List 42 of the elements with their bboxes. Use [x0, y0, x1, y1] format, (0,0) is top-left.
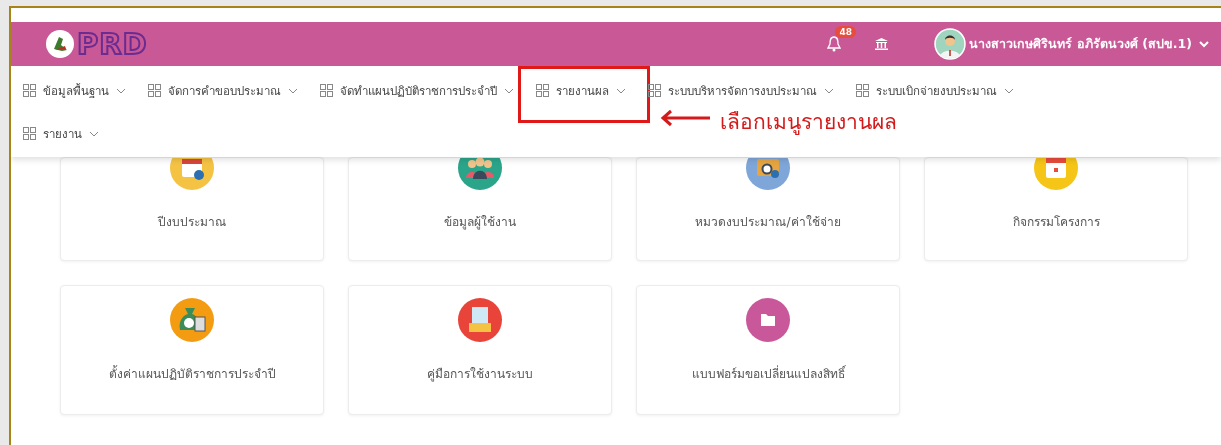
annotation-text: เลือกเมนูรายงานผล	[720, 109, 897, 137]
chevron-down-icon	[288, 87, 298, 94]
menu-item[interactable]: ระบบเบิกจ่ายงบประมาณ	[856, 69, 1014, 112]
menu-item[interactable]: จัดการคำขอบประมาณ	[148, 69, 298, 112]
menu-item[interactable]: จัดทำแผนปฏิบัติราชการประจำปี	[320, 69, 514, 112]
chevron-down-icon	[824, 87, 834, 94]
bell-icon[interactable]	[827, 36, 842, 52]
folder-icon	[746, 298, 790, 342]
bank-icon[interactable]	[875, 38, 889, 50]
menu-card[interactable]: หมวดงบประมาณ/ค่าใช้จ่าย	[636, 157, 900, 261]
menu-item[interactable]: รายงาน	[23, 112, 99, 155]
menu-card[interactable]: คู่มือการใช้งานระบบ	[348, 285, 612, 415]
notification-badge: 48	[835, 26, 856, 38]
grid-icon	[23, 84, 36, 97]
menu-card[interactable]: แบบฟอร์มขอเปลี่ยนแปลงสิทธิ์	[636, 285, 900, 415]
menu-item[interactable]: ข้อมูลพื้นฐาน	[23, 69, 126, 112]
money-icon	[170, 298, 214, 342]
chevron-down-icon[interactable]	[1199, 40, 1209, 48]
chevron-down-icon	[504, 87, 514, 94]
arrow-icon	[660, 109, 712, 127]
grid-icon	[23, 127, 36, 140]
emblem-icon	[45, 29, 75, 59]
menu-card[interactable]: ปีงบประมาณ	[60, 157, 324, 261]
menu-card[interactable]: ข้อมูลผู้ใช้งาน	[348, 157, 612, 261]
grid-icon	[320, 84, 333, 97]
menu-item[interactable]: รายงานผล	[536, 69, 626, 112]
grid-icon	[856, 84, 869, 97]
logo-text: PRD	[77, 29, 148, 59]
chevron-down-icon	[1004, 87, 1014, 94]
manual-icon	[458, 298, 502, 342]
grid-icon	[148, 84, 161, 97]
chevron-down-icon	[616, 87, 626, 94]
chevron-down-icon	[89, 130, 99, 137]
user-name[interactable]: นางสาวเกษศิรินทร์ อภิรัตนวงศ์ (สปข.1)	[969, 34, 1192, 54]
avatar-icon[interactable]	[934, 28, 967, 60]
grid-icon	[536, 84, 549, 97]
people-icon	[458, 158, 502, 190]
menu-card[interactable]: ตั้งค่าแผนปฏิบัติราชการประจำปี	[60, 285, 324, 415]
menu-item[interactable]: ระบบบริหารจัดการงบประมาณ	[648, 69, 834, 112]
grid-icon	[648, 84, 661, 97]
chevron-down-icon	[116, 87, 126, 94]
menu-card[interactable]: กิจกรรมโครงการ	[924, 157, 1188, 261]
